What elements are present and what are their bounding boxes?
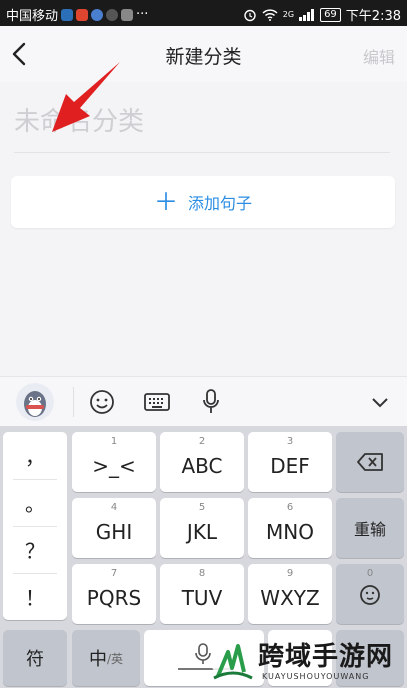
t9-key-7[interactable]: 7 PQRS — [72, 564, 156, 624]
key-letters: >_< — [92, 454, 136, 478]
t9-key-9[interactable]: 9 WXYZ — [248, 564, 332, 624]
plus-icon: ＋ — [153, 188, 178, 216]
app-notification-icon — [106, 8, 119, 21]
clock-label: 下午2:38 — [345, 9, 401, 24]
key-number: 9 — [286, 568, 294, 579]
app-notification-icon — [121, 8, 134, 21]
key-letters: JKL — [186, 520, 218, 544]
watermark-logo: 跨域手游网 KUAYUSHOUYOUWANG — [200, 632, 407, 688]
t9-key-5[interactable]: 5 JKL — [160, 498, 244, 558]
key-number: 1 — [110, 436, 118, 447]
language-toggle-key[interactable]: 中 /英 — [72, 630, 140, 686]
key-letters: WXYZ — [260, 586, 320, 610]
smiley-icon — [90, 390, 114, 414]
key-letters: TUV — [181, 586, 223, 610]
network-type-label: 2G — [282, 10, 295, 19]
t9-key-3[interactable]: 3 DEF — [248, 432, 332, 492]
edit-button[interactable]: 编辑 — [363, 44, 395, 68]
more-notifications-label: ··· — [136, 7, 149, 22]
t9-key-1[interactable]: 1 >_< — [72, 432, 156, 492]
punct-key[interactable]: ， — [3, 432, 67, 479]
key-number: 4 — [110, 502, 118, 513]
t9-key-4[interactable]: 4 GHI — [72, 498, 156, 558]
add-sentence-button[interactable]: ＋ 添加句子 — [11, 176, 395, 228]
app-notification-icon — [61, 8, 74, 21]
watermark-text: 跨域手游网 — [258, 642, 394, 672]
status-bar: 中国移动 ··· 2G 69 下午2:38 — [0, 0, 407, 26]
microphone-icon — [203, 389, 219, 413]
key-number: 8 — [198, 568, 206, 579]
key-number: 2 — [198, 436, 206, 447]
lang-alt-label: /英 — [106, 651, 124, 666]
punct-key[interactable]: ？ — [3, 526, 67, 573]
app-notification-icon — [91, 8, 104, 21]
ime-mascot-button[interactable] — [14, 383, 56, 421]
key-letters: GHI — [95, 520, 133, 544]
key-letters: PQRS — [86, 586, 142, 610]
voice-input-button[interactable] — [196, 385, 226, 419]
ime-toolbar — [0, 376, 407, 427]
punctuation-column: ， 。 ？ ！ — [3, 432, 67, 620]
toolbar-divider — [73, 387, 74, 417]
key-number: 0 — [366, 568, 374, 579]
zero-emoji-key[interactable]: 0 — [336, 564, 404, 624]
carrier-label: 中国移动 — [6, 9, 59, 24]
watermark-leaf-icon — [211, 644, 255, 680]
watermark-subtext: KUAYUSHOUYOUWANG — [262, 672, 370, 681]
chevron-down-icon — [372, 398, 388, 408]
t9-key-6[interactable]: 6 MNO — [248, 498, 332, 558]
key-number: 6 — [286, 502, 294, 513]
wifi-icon — [262, 8, 278, 21]
reenter-key[interactable]: 重输 — [336, 498, 404, 558]
lang-main-label: 中 — [88, 649, 107, 670]
punct-key[interactable]: ！ — [3, 573, 67, 620]
battery-level: 69 — [320, 7, 341, 22]
symbols-key[interactable]: 符 — [3, 630, 67, 686]
signal-icon — [299, 8, 315, 21]
keyboard-icon — [144, 393, 170, 411]
t9-key-2[interactable]: 2 ABC — [160, 432, 244, 492]
alarm-icon — [244, 9, 256, 21]
add-sentence-label: 添加句子 — [187, 194, 252, 213]
key-number: 5 — [198, 502, 206, 513]
key-letters: MNO — [266, 520, 314, 544]
backspace-icon — [357, 453, 383, 471]
key-number: 7 — [110, 568, 118, 579]
key-letters: DEF — [270, 454, 310, 478]
annotation-arrow-icon — [52, 62, 120, 132]
punct-key[interactable]: 。 — [3, 479, 67, 526]
penguin-mascot-icon — [16, 383, 54, 421]
key-number: 3 — [286, 436, 294, 447]
face-emoji-icon — [360, 585, 380, 605]
t9-key-8[interactable]: 8 TUV — [160, 564, 244, 624]
collapse-keyboard-button[interactable] — [364, 385, 396, 419]
app-notification-icon — [76, 8, 89, 21]
key-letters: ABC — [181, 454, 223, 478]
keyboard-switch-button[interactable] — [140, 385, 174, 419]
emoji-button[interactable] — [86, 385, 118, 419]
delete-key[interactable] — [336, 432, 404, 492]
